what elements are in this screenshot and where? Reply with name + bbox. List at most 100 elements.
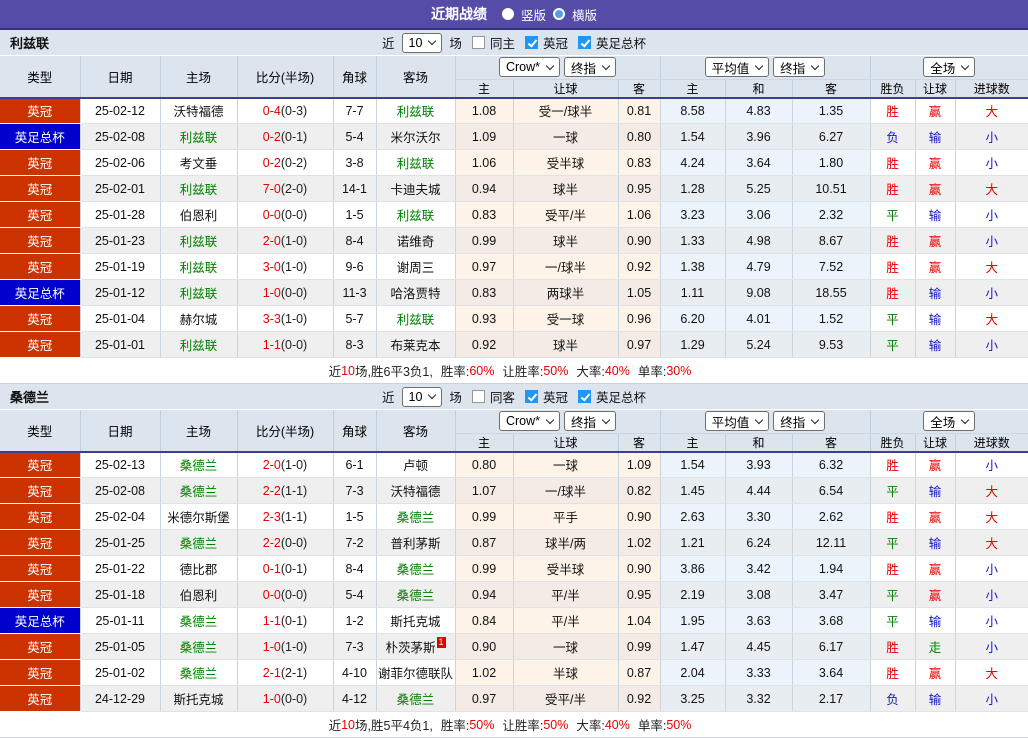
home-team: 赫尔城	[160, 305, 238, 332]
away-team-name: 普利茅斯	[390, 537, 441, 551]
chevron-down-icon	[601, 61, 611, 70]
bookmaker-select[interactable]: Crow*	[498, 411, 561, 432]
corner-count: 7-7	[333, 96, 377, 124]
scope-select[interactable]: 全场	[923, 411, 976, 432]
handicap-line: 受一球	[513, 305, 619, 332]
match-row: 英冠 25-02-01 利兹联 7-0(2-0) 14-1 卡迪夫城 0.94 球半 0.95 1…	[0, 175, 1028, 202]
fulltime-score: 2-3	[262, 509, 281, 524]
match-date: 25-01-19	[80, 253, 161, 280]
corner-count: 6-1	[333, 450, 377, 478]
match-date: 25-01-28	[80, 201, 161, 228]
bookmaker-final-select[interactable]: 终指	[564, 57, 617, 78]
col-header-away: 客场	[376, 56, 456, 98]
result-outcome: 胜	[870, 659, 916, 686]
same-venue-checkbox[interactable]	[471, 390, 485, 403]
league-filter-checkbox[interactable]	[524, 36, 538, 49]
fulltime-score: 1-0	[262, 691, 281, 706]
match-score: 0-4(0-3)	[237, 96, 334, 124]
handicap-odds-home: 0.80	[455, 450, 514, 478]
avg-odds-away: 1.35	[792, 96, 871, 124]
result-goals: 大	[955, 503, 1028, 530]
average-final-select[interactable]: 终指	[773, 411, 826, 432]
col-header-outcome: 胜负	[870, 79, 916, 98]
avg-odds-home: 1.28	[660, 175, 726, 202]
corner-count: 5-4	[333, 123, 377, 150]
summary-count: 10	[341, 717, 356, 732]
match-row: 英冠 25-01-02 桑德兰 2-1(2-1) 4-10 谢菲尔德联队 1.02 半球 0.8…	[0, 659, 1028, 686]
avg-odds-draw: 3.30	[725, 503, 793, 530]
handicap-odds-away: 0.80	[618, 123, 661, 150]
chevron-down-icon	[961, 61, 970, 70]
same-venue-checkbox[interactable]	[471, 36, 485, 49]
home-team: 伯恩利	[160, 581, 238, 608]
average-select[interactable]: 平均值	[704, 57, 770, 78]
fulltime-score: 1-0	[262, 285, 281, 300]
away-team: 桑德兰	[376, 581, 456, 608]
col-header-odds-home: 主	[455, 79, 514, 98]
away-team-name: 谢周三	[396, 261, 435, 275]
handicap-odds-home: 0.92	[455, 331, 514, 358]
home-team: 桑德兰	[160, 659, 238, 686]
col-header-avg-home: 主	[660, 79, 726, 98]
away-team: 布莱克本	[376, 331, 456, 358]
col-header-type: 类型	[0, 56, 81, 98]
avg-odds-away: 12.11	[792, 529, 871, 556]
avg-odds-home: 6.20	[660, 305, 726, 332]
average-select[interactable]: 平均值	[704, 411, 770, 432]
layout-horizontal-radio[interactable]	[553, 8, 565, 20]
chevron-down-icon	[545, 61, 555, 70]
avg-odds-draw: 3.32	[725, 685, 793, 712]
home-team: 桑德兰	[160, 529, 238, 556]
league-filter-checkbox[interactable]	[524, 390, 538, 403]
away-team-name: 哈洛贾特	[390, 287, 441, 301]
avg-odds-home: 2.63	[660, 503, 726, 530]
bookmaker-final-select[interactable]: 终指	[564, 411, 617, 432]
bookmaker-select[interactable]: Crow*	[498, 57, 561, 78]
halftime-score: (1-0)	[280, 457, 308, 472]
match-score: 0-2(0-1)	[237, 123, 334, 150]
handicap-odds-home: 0.87	[455, 529, 514, 556]
summary-record: 场,胜6平3负1,	[355, 365, 433, 379]
cup-filter-checkbox[interactable]	[577, 36, 591, 49]
halftime-score: (0-3)	[280, 103, 308, 118]
handicap-line: 受一/球半	[513, 96, 619, 124]
matches-label: 场	[449, 37, 462, 51]
corner-count: 14-1	[333, 175, 377, 202]
result-goals: 大	[955, 253, 1028, 280]
average-odds-group: 平均值 终指	[660, 410, 871, 434]
away-team-name: 布莱克本	[390, 339, 441, 353]
col-header-avg-home: 主	[660, 433, 726, 452]
handicap-odds-away: 0.99	[618, 633, 661, 660]
layout-vertical-radio[interactable]	[501, 8, 514, 20]
handicap-odds-away: 0.87	[618, 659, 661, 686]
cup-filter-checkbox[interactable]	[577, 390, 591, 403]
handicap-odds-away: 0.96	[618, 305, 661, 332]
fulltime-score: 1-0	[262, 639, 281, 654]
cup-filter-label: 英足总杯	[595, 391, 646, 405]
home-team: 利兹联	[160, 175, 238, 202]
recent-count-select[interactable]: 10	[401, 386, 443, 407]
fulltime-score: 2-2	[262, 535, 281, 550]
avg-odds-home: 1.95	[660, 607, 726, 634]
match-score: 1-1(0-0)	[237, 331, 334, 358]
col-header-home: 主场	[160, 56, 238, 98]
average-final-select[interactable]: 终指	[773, 57, 826, 78]
avg-odds-home: 8.58	[660, 96, 726, 124]
scope-select[interactable]: 全场	[923, 57, 976, 78]
match-type-badge: 英足总杯	[0, 123, 81, 150]
col-header-corner: 角球	[333, 410, 377, 452]
match-date: 25-01-25	[80, 529, 161, 556]
recent-count-select[interactable]: 10	[401, 32, 443, 53]
home-team: 利兹联	[160, 279, 238, 306]
match-score: 0-0(0-0)	[237, 581, 334, 608]
match-date: 24-12-29	[80, 685, 161, 712]
result-goals: 小	[955, 227, 1028, 254]
chevron-down-icon	[755, 415, 764, 424]
away-team-name: 桑德兰	[396, 563, 435, 577]
away-team: 谢菲尔德联队	[376, 659, 456, 686]
fulltime-score: 0-0	[262, 587, 281, 602]
recent-count-value: 10	[408, 389, 423, 404]
result-handicap: 输	[915, 279, 956, 306]
result-goals: 小	[955, 685, 1028, 712]
avg-odds-away: 1.52	[792, 305, 871, 332]
